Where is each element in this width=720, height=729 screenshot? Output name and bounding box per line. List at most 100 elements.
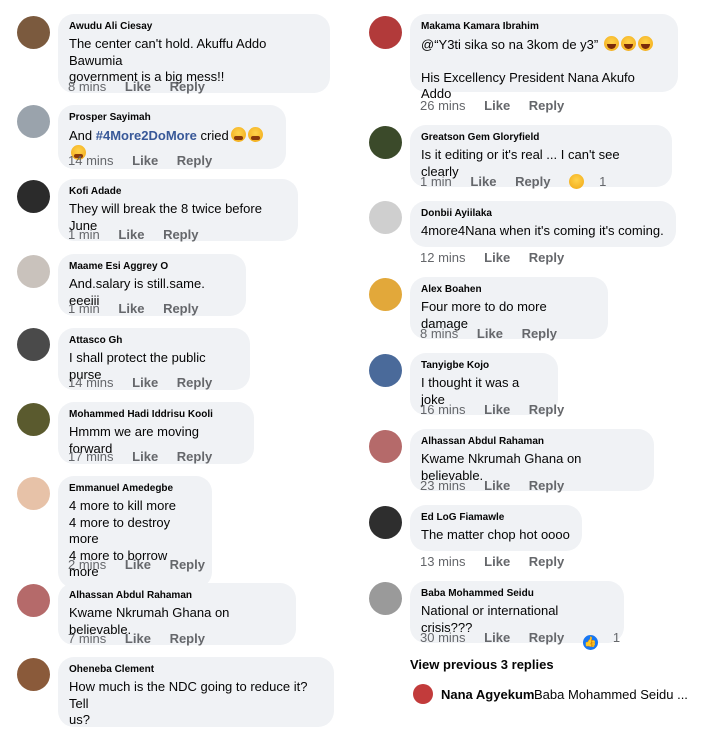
comment-author[interactable]: Baba Mohammed Seidu <box>421 587 612 600</box>
comment-time[interactable]: 2 mins <box>68 557 106 572</box>
reaction-summary[interactable]: 👍 1 <box>582 630 635 650</box>
comment-author[interactable]: Prosper Sayimah <box>69 111 274 124</box>
comment-text-line: How much is the NDC going to reduce it? … <box>69 679 308 711</box>
comment-text: @“Y3ti sika so na 3kom de y3” His Excell… <box>421 36 666 103</box>
hashtag-link[interactable]: #4More2DoMore <box>96 128 197 143</box>
avatar[interactable] <box>369 354 402 387</box>
avatar[interactable] <box>17 16 50 49</box>
reply-button[interactable]: Reply <box>522 326 557 341</box>
like-button[interactable]: Like <box>125 79 151 94</box>
avatar[interactable] <box>413 684 433 704</box>
comment-author[interactable]: Alhassan Abdul Rahaman <box>421 435 642 448</box>
reply-button[interactable]: Reply <box>529 250 564 265</box>
comment-author[interactable]: Makama Kamara Ibrahim <box>421 20 666 33</box>
avatar[interactable] <box>369 506 402 539</box>
avatar[interactable] <box>369 430 402 463</box>
comment-author[interactable]: Awudu Ali Ciesay <box>69 20 318 33</box>
like-button[interactable]: Like <box>132 375 158 390</box>
view-previous-replies-link[interactable]: View previous 3 replies <box>410 657 554 672</box>
reply-author[interactable]: Nana Agyekum <box>441 687 534 702</box>
reply-button[interactable]: Reply <box>529 402 564 417</box>
like-button[interactable]: Like <box>484 402 510 417</box>
reply-button[interactable]: Reply <box>177 375 212 390</box>
comment-time[interactable]: 8 mins <box>420 326 458 341</box>
reply-button[interactable]: Reply <box>177 449 212 464</box>
comment-time[interactable]: 26 mins <box>420 98 466 113</box>
reaction-count: 1 <box>599 174 607 189</box>
avatar[interactable] <box>369 582 402 615</box>
reaction-summary[interactable]: 1 <box>569 174 621 189</box>
comment-author[interactable]: Alex Boahen <box>421 283 596 296</box>
comment-time[interactable]: 30 mins <box>420 630 466 645</box>
comment-time[interactable]: 16 mins <box>420 402 466 417</box>
reply-button[interactable]: Reply <box>529 478 564 493</box>
reply-button[interactable]: Reply <box>177 153 212 168</box>
like-button[interactable]: Like <box>484 630 510 645</box>
reply-button[interactable]: Reply <box>170 631 205 646</box>
avatar[interactable] <box>17 328 50 361</box>
reply-button[interactable]: Reply <box>529 554 564 569</box>
reply-button[interactable]: Reply <box>163 227 198 242</box>
like-button[interactable]: Like <box>118 227 144 242</box>
like-button[interactable]: Like <box>125 557 151 572</box>
avatar[interactable] <box>17 658 50 691</box>
comment-time[interactable]: 7 mins <box>68 631 106 646</box>
comment-author[interactable]: Alhassan Abdul Rahaman <box>69 589 284 602</box>
like-button[interactable]: Like <box>470 174 496 189</box>
like-button[interactable]: Like <box>477 326 503 341</box>
like-button[interactable]: Like <box>132 449 158 464</box>
avatar[interactable] <box>17 403 50 436</box>
reply-button[interactable]: Reply <box>515 174 550 189</box>
avatar[interactable] <box>17 584 50 617</box>
avatar[interactable] <box>369 16 402 49</box>
avatar[interactable] <box>369 201 402 234</box>
crying-emoji-icon <box>247 127 263 142</box>
reply-button[interactable]: Reply <box>529 630 564 645</box>
comment-bubble: Donbii Ayiilaka 4more4Nana when it's com… <box>410 201 676 247</box>
laughing-emoji-icon <box>620 36 636 51</box>
comment-time[interactable]: 1 min <box>68 227 100 242</box>
avatar[interactable] <box>369 126 402 159</box>
like-button[interactable]: Like <box>484 250 510 265</box>
comment-time[interactable]: 23 mins <box>420 478 466 493</box>
avatar[interactable] <box>369 278 402 311</box>
like-button[interactable]: Like <box>118 301 144 316</box>
like-button[interactable]: Like <box>484 478 510 493</box>
comment-time[interactable]: 12 mins <box>420 250 466 265</box>
laughing-emoji-icon <box>603 36 619 51</box>
avatar[interactable] <box>17 180 50 213</box>
reply-button[interactable]: Reply <box>170 79 205 94</box>
comment-author[interactable]: Emmanuel Amedegbe <box>69 482 200 495</box>
comment-time[interactable]: 14 mins <box>68 153 114 168</box>
comment-author[interactable]: Tanyigbe Kojo <box>421 359 546 372</box>
avatar[interactable] <box>17 255 50 288</box>
comment-author[interactable]: Mohammed Hadi Iddrisu Kooli <box>69 408 242 421</box>
comment-author[interactable]: Donbii Ayiilaka <box>421 207 664 220</box>
reply-button[interactable]: Reply <box>529 98 564 113</box>
like-button[interactable]: Like <box>484 98 510 113</box>
like-button[interactable]: Like <box>125 631 151 646</box>
like-button[interactable]: Like <box>132 153 158 168</box>
comment-author[interactable]: Greatson Gem Gloryfield <box>421 131 660 144</box>
comment-author[interactable]: Attasco Gh <box>69 334 238 347</box>
comment-author[interactable]: Kofi Adade <box>69 185 286 198</box>
comment-time[interactable]: 13 mins <box>420 554 466 569</box>
comment-time[interactable]: 1 min <box>420 174 452 189</box>
avatar[interactable] <box>17 477 50 510</box>
comment-time[interactable]: 1 min <box>68 301 100 316</box>
comment-time[interactable]: 17 mins <box>68 449 114 464</box>
comment-author[interactable]: Ed LoG Fiamawle <box>421 511 570 524</box>
comment-time[interactable]: 8 mins <box>68 79 106 94</box>
reply-text: Baba Mohammed Seidu ... <box>534 687 688 702</box>
comment-meta: 2 mins Like Reply <box>68 557 220 572</box>
comment-author[interactable]: Maame Esi Aggrey O <box>69 260 234 273</box>
comment-author[interactable]: Oheneba Clement <box>69 663 322 676</box>
comment-bubble: Makama Kamara Ibrahim @“Y3ti sika so na … <box>410 14 678 101</box>
avatar[interactable] <box>17 105 50 138</box>
reply-button[interactable]: Reply <box>170 557 205 572</box>
like-button[interactable]: Like <box>484 554 510 569</box>
comment-time[interactable]: 14 mins <box>68 375 114 390</box>
comment-meta: 12 mins Like Reply <box>420 250 579 265</box>
reply-preview[interactable]: Nana Agyekum Baba Mohammed Seidu ... <box>413 684 713 706</box>
reply-button[interactable]: Reply <box>163 301 198 316</box>
